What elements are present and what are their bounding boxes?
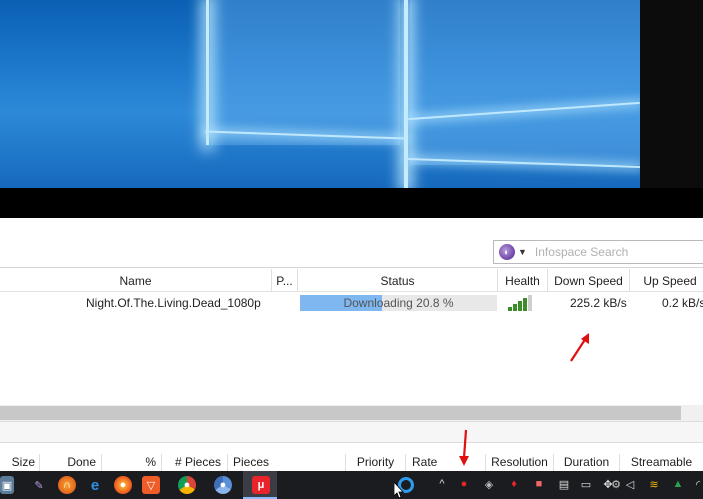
column-priority[interactable]: P... [272, 269, 298, 292]
pen-icon[interactable]: ✎ [30, 476, 48, 494]
annotation-arrow [570, 333, 589, 362]
health-bar [523, 298, 527, 311]
health-bar [518, 301, 522, 311]
up-speed-value: 0.2 kB/s [662, 296, 703, 310]
firefox-alt-icon[interactable]: ● [114, 476, 132, 494]
column-percent[interactable]: % [102, 454, 162, 471]
flag-icon[interactable]: ≋ [646, 476, 662, 492]
google-drive-icon[interactable]: ▲ [670, 476, 686, 492]
files-panel-tabs [0, 421, 703, 443]
column-up-speed[interactable]: Up Speed [630, 269, 703, 292]
torrent-client-window: ◐ ▼ Name P... Status Health Down Speed U… [0, 218, 703, 471]
health-bar [528, 295, 532, 311]
horizontal-scrollbar[interactable] [0, 405, 703, 421]
bittorrent-tray-icon[interactable]: ● [456, 476, 472, 492]
scrollbar-thumb[interactable] [0, 406, 681, 420]
column-label: Up Speed [643, 274, 697, 288]
column-resolution[interactable]: Resolution [486, 454, 554, 471]
column-label: Resolution [491, 455, 548, 469]
brave-icon[interactable]: ▽ [142, 476, 160, 494]
column-label: Streamable [630, 455, 693, 469]
column-label: # Pieces [174, 455, 221, 469]
toolbar: ◐ ▼ [0, 218, 703, 268]
search-box[interactable]: ◐ ▼ [493, 240, 703, 264]
infospace-logo-icon[interactable]: ◐ [499, 244, 515, 260]
column-down-speed[interactable]: Down Speed [548, 269, 630, 292]
taskbar: ▣ ✎ ∩ e ● ▽ ● ● μ ^ ● ◈ ♦ ■ ▤ ▭ ✥ ⚙ ◁ ≋ … [0, 471, 703, 499]
health-bar [513, 304, 517, 311]
chrome-icon[interactable]: ● [178, 476, 196, 494]
chevron-up-icon[interactable]: ^ [434, 476, 450, 492]
column-name[interactable]: Name [0, 269, 272, 292]
column-rate[interactable]: Rate [406, 454, 486, 471]
volume-icon[interactable]: ◁ [622, 476, 638, 492]
column-label: Duration [563, 455, 610, 469]
wallpaper-light [206, 0, 209, 145]
health-bars-icon [508, 295, 534, 311]
photos-icon[interactable]: ▣ [0, 476, 14, 494]
column-label: P... [276, 274, 293, 288]
column-label: Rate [412, 455, 438, 469]
wallpaper-pane [210, 0, 400, 145]
shield-icon[interactable]: ◈ [481, 476, 497, 492]
antivirus-icon[interactable]: ♦ [506, 476, 522, 492]
column-label: Done [67, 455, 96, 469]
health-bar [508, 307, 512, 311]
download-status-text: Downloading 20.8 % [343, 296, 454, 310]
files-list-header: Size Done % # Pieces Pieces Priority Rat… [0, 444, 703, 471]
column-done[interactable]: Done [40, 454, 102, 471]
torrent-name: Night.Of.The.Living.Dead_1080p [86, 296, 261, 310]
column-label: Status [380, 274, 415, 288]
annotation-arrow [459, 429, 469, 466]
column-num-pieces[interactable]: # Pieces [162, 454, 228, 471]
column-label: % [145, 455, 156, 469]
column-duration[interactable]: Duration [554, 454, 620, 471]
wifi-icon[interactable]: ◜ [690, 476, 703, 492]
column-label: Down Speed [554, 274, 623, 288]
edge-icon[interactable]: e [86, 476, 104, 494]
column-label: Name [119, 274, 152, 288]
screen-icon[interactable]: ▭ [578, 476, 594, 492]
search-input[interactable] [534, 245, 695, 259]
download-progress-bar: Downloading 20.8 % [300, 295, 497, 311]
chevron-down-icon[interactable]: ▼ [518, 247, 527, 257]
mail-icon[interactable]: ■ [531, 476, 547, 492]
column-label: Health [505, 274, 540, 288]
column-priority[interactable]: Priority [346, 454, 406, 471]
column-size[interactable]: Size [0, 454, 40, 471]
table-row[interactable]: Night.Of.The.Living.Dead_1080p Downloadi… [0, 293, 703, 313]
chromium-icon[interactable]: ● [214, 476, 232, 494]
desktop-wallpaper [0, 0, 703, 188]
desktop-dark-area [640, 0, 703, 188]
down-speed-value: 225.2 kB/s [570, 296, 627, 310]
desktop-black-band [0, 188, 703, 218]
column-health[interactable]: Health [498, 269, 548, 292]
wallpaper-pane [410, 0, 640, 165]
column-label: Priority [356, 455, 395, 469]
column-pieces[interactable]: Pieces [228, 454, 346, 471]
column-status[interactable]: Status [298, 269, 498, 292]
torrent-list-header: Name P... Status Health Down Speed Up Sp… [0, 269, 703, 292]
column-label: Size [11, 455, 35, 469]
column-label: Pieces [233, 455, 270, 469]
column-streamable[interactable]: Streamable [620, 454, 703, 471]
pdf-icon[interactable]: ▤ [556, 476, 572, 492]
firefox-icon[interactable]: ∩ [58, 476, 76, 494]
mouse-cursor-icon [394, 482, 404, 499]
bittorrent-icon[interactable]: μ [252, 476, 270, 494]
